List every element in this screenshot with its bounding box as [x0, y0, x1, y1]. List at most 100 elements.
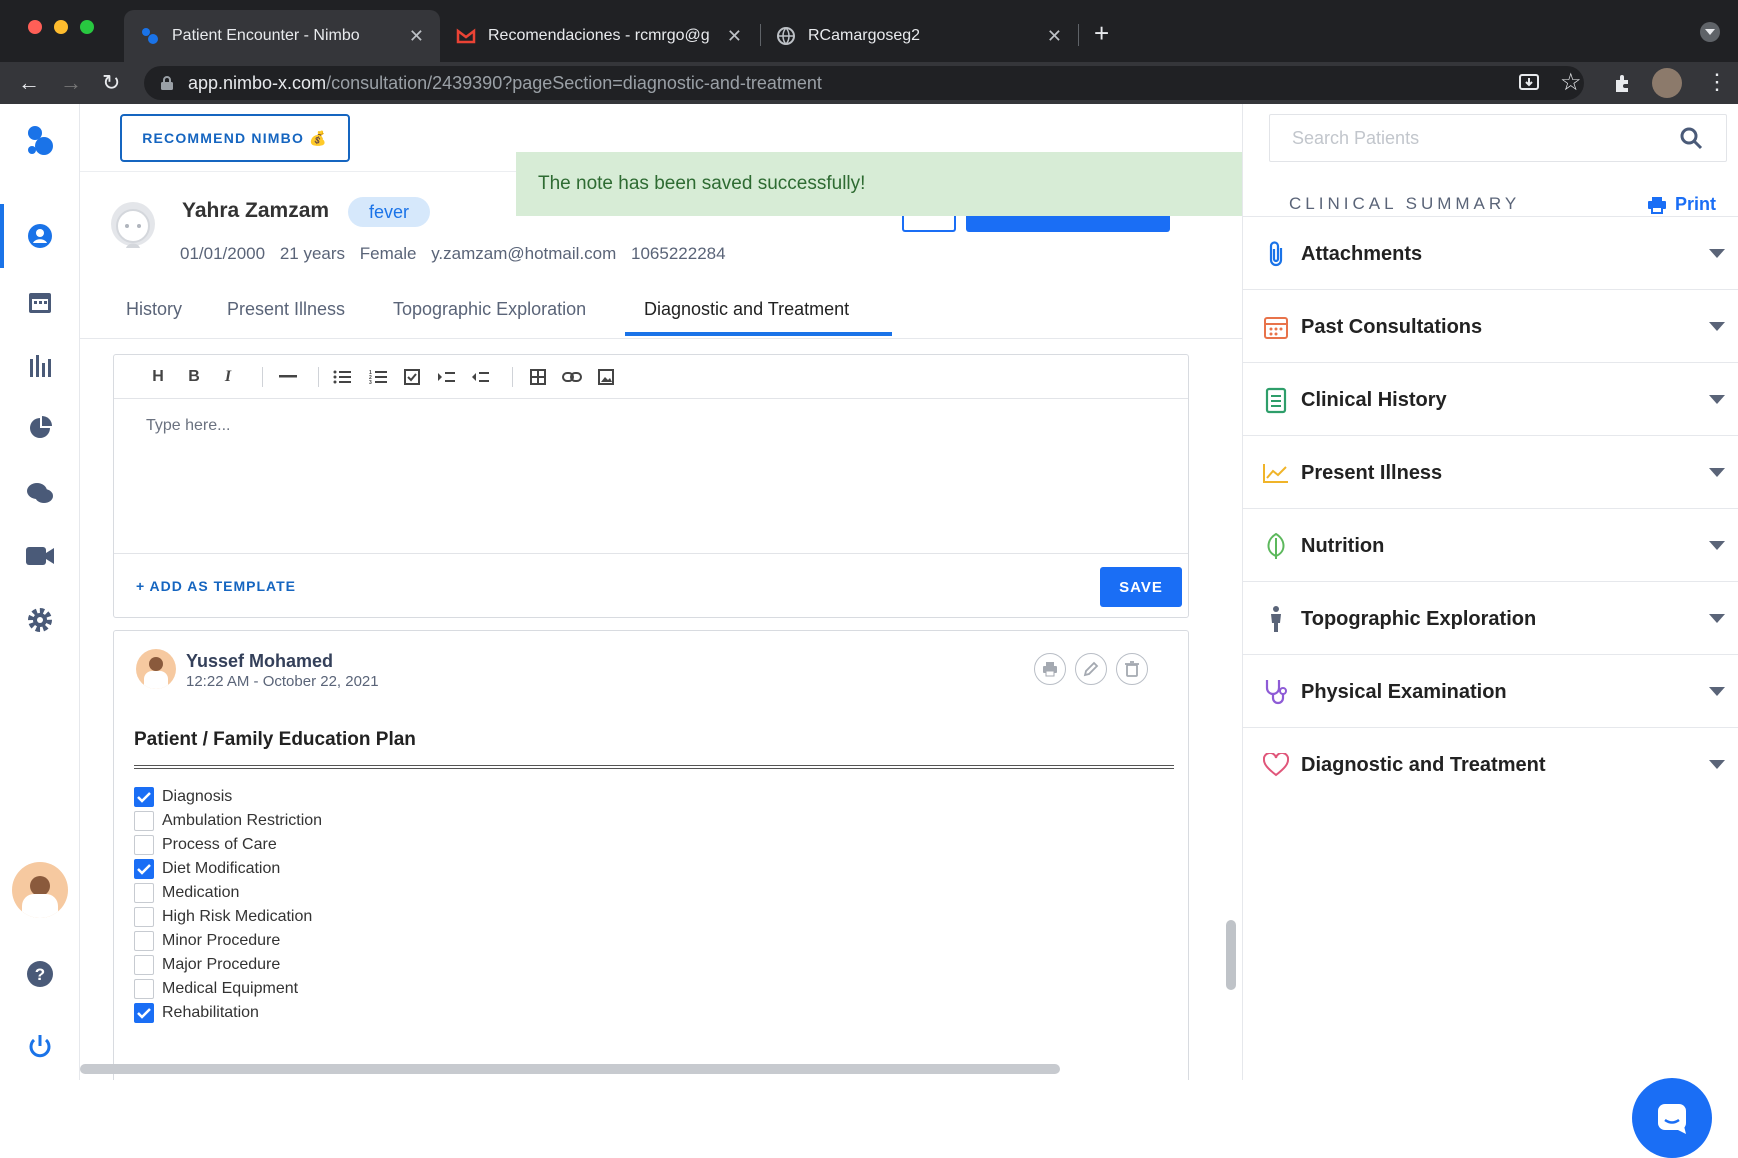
- nav-patients-icon[interactable]: [22, 218, 58, 254]
- summary-item-topographic-exploration[interactable]: Topographic Exploration: [1243, 581, 1738, 654]
- chevron-down-icon[interactable]: [1709, 395, 1725, 404]
- summary-item-past-consultations[interactable]: Past Consultations: [1243, 289, 1738, 362]
- browser-tab-rcamargoseg2[interactable]: RCamargoseg2 ✕: [760, 10, 1078, 62]
- install-app-icon[interactable]: [1518, 72, 1540, 94]
- new-tab-button[interactable]: +: [1094, 18, 1109, 49]
- browser-menu-icon[interactable]: ⋮: [1706, 68, 1728, 96]
- tab-history[interactable]: History: [126, 299, 182, 320]
- add-as-template-button[interactable]: + ADD AS TEMPLATE: [136, 578, 296, 594]
- vertical-scrollbar[interactable]: [1226, 920, 1236, 990]
- close-tab-icon[interactable]: ✕: [409, 26, 424, 47]
- reload-button[interactable]: ↻: [102, 70, 120, 96]
- heading-button[interactable]: H: [148, 367, 168, 387]
- checklist-item[interactable]: Medical Equipment: [134, 977, 298, 1001]
- extensions-puzzle-icon[interactable]: [1612, 72, 1634, 94]
- close-tab-icon[interactable]: ✕: [727, 26, 742, 47]
- summary-item-attachments[interactable]: Attachments: [1243, 216, 1738, 289]
- bookmark-star-icon[interactable]: ☆: [1560, 68, 1582, 97]
- chevron-down-icon[interactable]: [1709, 322, 1725, 331]
- edit-note-button[interactable]: [1075, 653, 1107, 685]
- question-icon: ?: [27, 961, 53, 987]
- ordered-list-button[interactable]: 123: [368, 367, 388, 387]
- checklist-item[interactable]: Rehabilitation: [134, 1001, 259, 1025]
- save-note-button[interactable]: SAVE: [1100, 567, 1182, 607]
- bold-button[interactable]: B: [184, 367, 204, 387]
- patient-tag-fever[interactable]: fever: [348, 197, 430, 227]
- checklist-item[interactable]: Diet Modification: [134, 857, 280, 881]
- tab-divider: [1078, 24, 1079, 46]
- browser-tab-nimbo[interactable]: Patient Encounter - Nimbo ✕: [124, 10, 440, 62]
- checklist-item[interactable]: Medication: [134, 881, 239, 905]
- search-patients-input[interactable]: Search Patients: [1269, 114, 1727, 162]
- recommend-nimbo-button[interactable]: RECOMMEND NIMBO 💰: [120, 114, 350, 162]
- checklist-item[interactable]: Process of Care: [134, 833, 277, 857]
- chevron-down-icon[interactable]: [1709, 614, 1725, 623]
- browser-tab-gmail[interactable]: Recomendaciones - rcmrgo@g ✕: [440, 10, 758, 62]
- horizontal-scrollbar[interactable]: [80, 1064, 1060, 1074]
- nav-reports-icon[interactable]: [22, 348, 58, 384]
- chevron-down-icon[interactable]: [1709, 541, 1725, 550]
- checklist-item[interactable]: Minor Procedure: [134, 929, 280, 953]
- nav-analytics-icon[interactable]: [22, 410, 58, 446]
- checklist-item[interactable]: Ambulation Restriction: [134, 809, 322, 833]
- close-tab-icon[interactable]: ✕: [1047, 26, 1062, 47]
- profile-avatar[interactable]: [1652, 68, 1682, 98]
- insert-link-button[interactable]: [562, 367, 582, 387]
- summary-item-clinical-history[interactable]: Clinical History: [1243, 362, 1738, 435]
- chevron-down-icon[interactable]: [1709, 687, 1725, 696]
- tab-search-button[interactable]: [1700, 22, 1720, 42]
- horizontal-rule-button[interactable]: [278, 367, 298, 387]
- tab-topographic-exploration[interactable]: Topographic Exploration: [393, 299, 586, 320]
- checkbox[interactable]: [134, 787, 154, 807]
- summary-item-diagnostic-and-treatment[interactable]: Diagnostic and Treatment: [1243, 727, 1738, 800]
- print-note-button[interactable]: [1034, 653, 1066, 685]
- tab-present-illness[interactable]: Present Illness: [227, 299, 345, 320]
- checkbox[interactable]: [134, 955, 154, 975]
- tab-diagnostic-and-treatment[interactable]: Diagnostic and Treatment: [644, 299, 849, 320]
- bullet-list-button[interactable]: [332, 367, 352, 387]
- forward-button[interactable]: →: [60, 70, 82, 96]
- nav-chat-icon[interactable]: [22, 476, 58, 512]
- checklist-item[interactable]: High Risk Medication: [134, 905, 312, 929]
- indent-button[interactable]: [436, 367, 456, 387]
- checklist-item[interactable]: Major Procedure: [134, 953, 280, 977]
- support-chat-button[interactable]: [1632, 1078, 1712, 1158]
- maximize-window-button[interactable]: [80, 20, 94, 34]
- summary-item-nutrition[interactable]: Nutrition: [1243, 508, 1738, 581]
- checkbox[interactable]: [134, 883, 154, 903]
- insert-image-button[interactable]: [596, 367, 616, 387]
- nav-calendar-icon[interactable]: [22, 284, 58, 320]
- address-bar[interactable]: app.nimbo-x.com/consultation/2439390?pag…: [144, 66, 1584, 100]
- insert-table-button[interactable]: [528, 367, 548, 387]
- checkbox[interactable]: [134, 931, 154, 951]
- chevron-down-icon[interactable]: [1709, 249, 1725, 258]
- close-window-button[interactable]: [28, 20, 42, 34]
- search-icon[interactable]: [1679, 126, 1703, 150]
- delete-note-button[interactable]: [1116, 653, 1148, 685]
- summary-item-present-illness[interactable]: Present Illness: [1243, 435, 1738, 508]
- chevron-down-icon[interactable]: [1709, 760, 1725, 769]
- summary-item-physical-examination[interactable]: Physical Examination: [1243, 654, 1738, 727]
- checklist-button[interactable]: [402, 367, 422, 387]
- nav-help-icon[interactable]: ?: [22, 956, 58, 992]
- checkbox[interactable]: [134, 907, 154, 927]
- minimize-window-button[interactable]: [54, 20, 68, 34]
- checkbox[interactable]: [134, 1003, 154, 1023]
- nimbo-logo-icon[interactable]: [24, 124, 56, 158]
- checkbox[interactable]: [134, 979, 154, 999]
- checkbox[interactable]: [134, 835, 154, 855]
- italic-button[interactable]: I: [218, 367, 238, 387]
- back-button[interactable]: ←: [18, 70, 40, 96]
- checkbox[interactable]: [134, 811, 154, 831]
- editor-placeholder[interactable]: Type here...: [146, 417, 231, 435]
- checklist-item[interactable]: Diagnosis: [134, 785, 232, 809]
- nav-settings-icon[interactable]: [22, 602, 58, 638]
- note-author[interactable]: Yussef Mohamed: [186, 651, 333, 672]
- outdent-button[interactable]: [470, 367, 490, 387]
- print-summary-button[interactable]: Print: [1647, 194, 1716, 215]
- user-avatar[interactable]: [12, 862, 68, 918]
- nav-video-icon[interactable]: [22, 538, 58, 574]
- checkbox[interactable]: [134, 859, 154, 879]
- chevron-down-icon[interactable]: [1709, 468, 1725, 477]
- nav-logout-icon[interactable]: [22, 1028, 58, 1064]
